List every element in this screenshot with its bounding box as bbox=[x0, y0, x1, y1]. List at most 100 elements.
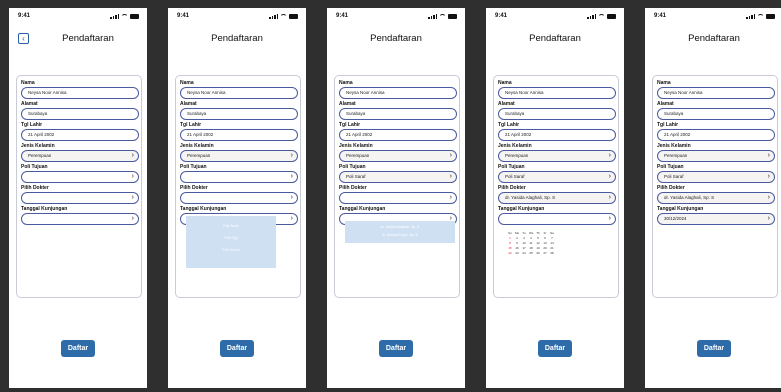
daftar-button[interactable]: Daftar bbox=[697, 340, 731, 357]
alamat-input[interactable]: Surabaya bbox=[657, 108, 775, 120]
pilih-dokter-select[interactable]: dr. Yasida Alaghali, Sp. S › bbox=[657, 192, 775, 204]
signal-icon bbox=[428, 14, 437, 19]
tanggal-kunjungan-input[interactable]: › bbox=[498, 213, 616, 225]
chevron-right-icon: › bbox=[290, 173, 293, 180]
status-time: 9:41 bbox=[18, 13, 31, 19]
status-bar: 9:41 bbox=[327, 13, 465, 23]
form-card: Nama Neysa Noor Annisa Alamat Surabaya Tgl… bbox=[493, 75, 619, 298]
chevron-right-icon: › bbox=[131, 194, 134, 201]
chevron-right-icon: › bbox=[449, 152, 452, 159]
tgl-lahir-input[interactable]: 21 April 2002 bbox=[498, 129, 616, 141]
battery-icon bbox=[130, 14, 139, 19]
wifi-icon bbox=[439, 14, 446, 19]
jenis-kelamin-select[interactable]: Perempuan › bbox=[657, 150, 775, 162]
alamat-input[interactable]: Surabaya bbox=[498, 108, 616, 120]
chevron-right-icon: › bbox=[767, 215, 770, 222]
pilih-dokter-select[interactable]: › bbox=[339, 192, 457, 204]
nama-label: Nama bbox=[339, 80, 353, 86]
tgl-lahir-label: Tgl Lahir bbox=[498, 122, 520, 128]
jenis-kelamin-select[interactable]: Perempuan › bbox=[21, 150, 139, 162]
dokter-option[interactable]: dr. Yasida Alaghali, Sp. S bbox=[345, 225, 455, 229]
poli-option[interactable]: Poli Saraf bbox=[186, 224, 276, 228]
nama-input[interactable]: Neysa Noor Annisa bbox=[339, 87, 457, 99]
chevron-right-icon: › bbox=[608, 194, 611, 201]
chevron-right-icon: › bbox=[449, 173, 452, 180]
status-time: 9:41 bbox=[654, 13, 667, 19]
screen-3: 9:41 Pendaftaran Nama Neysa Noor Annisa A… bbox=[327, 8, 465, 388]
pilih-dokter-select[interactable]: dr. Yasida Alaghali, Sp. S › bbox=[498, 192, 616, 204]
poli-tujuan-select[interactable]: Poli Saraf › bbox=[498, 171, 616, 183]
daftar-button[interactable]: Daftar bbox=[379, 340, 413, 357]
daftar-button[interactable]: Daftar bbox=[61, 340, 95, 357]
chevron-right-icon: › bbox=[767, 194, 770, 201]
status-bar: 9:41 bbox=[9, 13, 147, 23]
jenis-kelamin-select[interactable]: Perempuan › bbox=[498, 150, 616, 162]
form-card: Nama Neysa Noor Annisa Alamat Surabaya Tgl… bbox=[175, 75, 301, 298]
tanggal-kunjungan-label: Tanggal Kunjungan bbox=[21, 206, 68, 212]
nama-input[interactable]: Neysa Noor Annisa bbox=[498, 87, 616, 99]
chevron-right-icon: › bbox=[290, 152, 293, 159]
form-card: Nama Neysa Noor Annisa Alamat Surabaya Tgl… bbox=[16, 75, 142, 298]
chevron-right-icon: › bbox=[608, 215, 611, 222]
jenis-kelamin-label: Jenis Kelamin bbox=[180, 143, 214, 149]
pilih-dokter-select[interactable]: › bbox=[180, 192, 298, 204]
tgl-lahir-input[interactable]: 21 April 2002 bbox=[180, 129, 298, 141]
tgl-lahir-input[interactable]: 21 April 2002 bbox=[339, 129, 457, 141]
nama-label: Nama bbox=[180, 80, 194, 86]
daftar-button[interactable]: Daftar bbox=[220, 340, 254, 357]
tanggal-kunjungan-label: Tanggal Kunjungan bbox=[339, 206, 386, 212]
status-bar: 9:41 bbox=[168, 13, 306, 23]
alamat-label: Alamat bbox=[498, 101, 515, 107]
chevron-right-icon: › bbox=[767, 173, 770, 180]
chevron-right-icon: › bbox=[608, 152, 611, 159]
nama-input[interactable]: Neysa Noor Annisa bbox=[21, 87, 139, 99]
alamat-input[interactable]: Surabaya bbox=[21, 108, 139, 120]
nama-input[interactable]: Neysa Noor Annisa bbox=[657, 87, 775, 99]
alamat-input[interactable]: Surabaya bbox=[339, 108, 457, 120]
tanggal-kunjungan-label: Tanggal Kunjungan bbox=[657, 206, 704, 212]
wifi-icon bbox=[280, 14, 287, 19]
battery-icon bbox=[766, 14, 775, 19]
nama-label: Nama bbox=[657, 80, 671, 86]
jenis-kelamin-select[interactable]: Perempuan › bbox=[180, 150, 298, 162]
poli-tujuan-select[interactable]: Poli Saraf › bbox=[339, 171, 457, 183]
alamat-input[interactable]: Surabaya bbox=[180, 108, 298, 120]
dokter-dropdown: dr. Yasida Alaghali, Sp. S dr. Ahmad Fau… bbox=[345, 221, 455, 243]
chevron-right-icon: › bbox=[290, 194, 293, 201]
calendar-week[interactable]: 22 23 24 25 26 27 28 bbox=[508, 251, 554, 256]
nama-input[interactable]: Neysa Noor Annisa bbox=[180, 87, 298, 99]
tgl-lahir-input[interactable]: 21 April 2002 bbox=[657, 129, 775, 141]
signal-icon bbox=[110, 14, 119, 19]
daftar-button[interactable]: Daftar bbox=[538, 340, 572, 357]
pilih-dokter-select[interactable]: › bbox=[21, 192, 139, 204]
pilih-dokter-label: Pilih Dokter bbox=[498, 185, 526, 191]
poli-tujuan-label: Poli Tujuan bbox=[180, 164, 207, 170]
jenis-kelamin-label: Jenis Kelamin bbox=[657, 143, 691, 149]
poli-tujuan-label: Poli Tujuan bbox=[21, 164, 48, 170]
battery-icon bbox=[448, 14, 457, 19]
chevron-right-icon: › bbox=[290, 215, 293, 222]
pilih-dokter-label: Pilih Dokter bbox=[21, 185, 49, 191]
poli-option[interactable]: Poli Gigi bbox=[186, 236, 276, 240]
tgl-lahir-label: Tgl Lahir bbox=[339, 122, 361, 128]
screen-2: 9:41 Pendaftaran Nama Neysa Noor Annisa A… bbox=[168, 8, 306, 388]
alamat-label: Alamat bbox=[180, 101, 197, 107]
page-title: Pendaftaran bbox=[62, 33, 114, 44]
chevron-right-icon: › bbox=[449, 194, 452, 201]
poli-tujuan-select[interactable]: › bbox=[180, 171, 298, 183]
tanggal-kunjungan-input[interactable]: 30/12/2024 › bbox=[657, 213, 775, 225]
poli-tujuan-select[interactable]: Poli Saraf › bbox=[657, 171, 775, 183]
status-time: 9:41 bbox=[336, 13, 349, 19]
poli-option[interactable]: Poli Umum bbox=[186, 248, 276, 252]
page-title: Pendaftaran bbox=[211, 33, 263, 44]
poli-tujuan-select[interactable]: › bbox=[21, 171, 139, 183]
tgl-lahir-label: Tgl Lahir bbox=[657, 122, 679, 128]
back-button[interactable]: ‹ bbox=[18, 33, 29, 44]
poli-tujuan-label: Poli Tujuan bbox=[657, 164, 684, 170]
form-card: Nama Neysa Noor Annisa Alamat Surabaya Tgl… bbox=[652, 75, 778, 298]
jenis-kelamin-select[interactable]: Perempuan › bbox=[339, 150, 457, 162]
tanggal-kunjungan-input[interactable]: › bbox=[21, 213, 139, 225]
battery-icon bbox=[607, 14, 616, 19]
dokter-option[interactable]: dr. Ahmad Fauzi, Sp. S bbox=[345, 233, 455, 237]
tgl-lahir-input[interactable]: 21 April 2002 bbox=[21, 129, 139, 141]
